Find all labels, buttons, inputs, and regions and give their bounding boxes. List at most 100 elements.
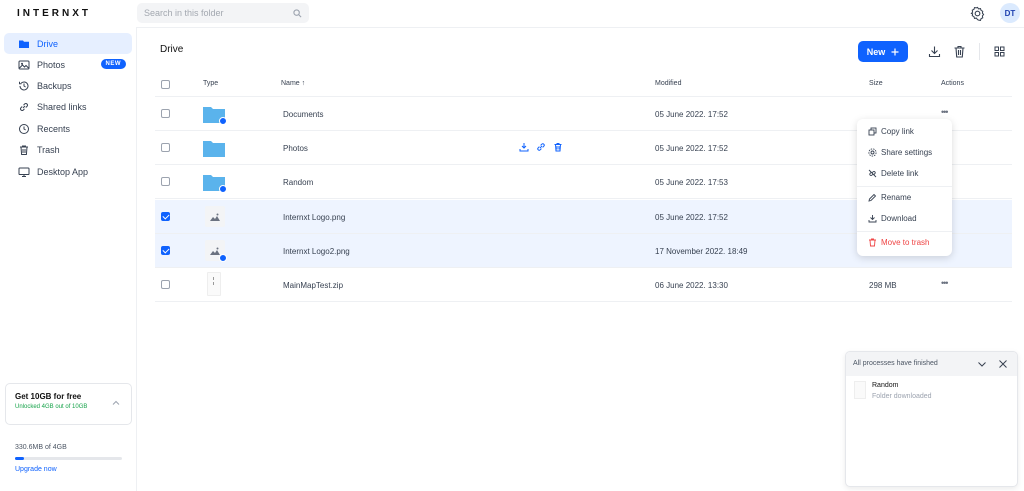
- table-header: Type Name ↑ Modified Size Actions: [155, 74, 1012, 97]
- menu-item-label: Rename: [881, 193, 912, 202]
- table-row[interactable]: MainMapTest.zip 06 June 2022. 13:30 298 …: [155, 268, 1012, 302]
- column-actions: Actions: [941, 80, 964, 87]
- column-name[interactable]: Name ↑: [281, 80, 305, 87]
- menu-item-delete-link[interactable]: Delete link: [868, 169, 918, 178]
- grid-view-icon[interactable]: [993, 45, 1006, 58]
- avatar[interactable]: DT: [1000, 3, 1020, 23]
- arrow-up-icon: ↑: [301, 80, 306, 87]
- trash-icon[interactable]: [953, 45, 966, 58]
- sidebar-item-label: Backups: [37, 80, 72, 91]
- storage-usage-bar: [15, 457, 122, 460]
- process-item-status: Folder downloaded: [872, 393, 932, 400]
- upgrade-link[interactable]: Upgrade now: [15, 466, 57, 473]
- menu-item-label: Delete link: [881, 169, 919, 178]
- search-bar[interactable]: [137, 3, 309, 23]
- column-modified[interactable]: Modified: [655, 80, 681, 87]
- promo-subtitle: Unlocked 4GB out of 10GB: [15, 404, 88, 410]
- close-icon[interactable]: [998, 359, 1008, 369]
- menu-item-label: Share settings: [881, 148, 933, 157]
- search-input[interactable]: [144, 8, 284, 18]
- sidebar-item-label: Shared links: [37, 101, 87, 112]
- trash-icon: [20, 145, 28, 155]
- file-name[interactable]: Internxt Logo2.png: [283, 247, 350, 256]
- folder-icon: [19, 40, 29, 48]
- sidebar-item-desktop-app[interactable]: Desktop App: [4, 161, 132, 182]
- folder-icon: [203, 141, 225, 157]
- sidebar-item-drive[interactable]: Drive: [4, 33, 132, 54]
- row-checkbox[interactable]: [161, 280, 170, 289]
- column-size[interactable]: Size: [869, 80, 883, 87]
- file-modified: 05 June 2022. 17:52: [655, 213, 728, 222]
- processes-header: All processes have finished: [846, 352, 1017, 376]
- download-icon: [868, 215, 877, 223]
- file-name[interactable]: Photos: [283, 144, 308, 153]
- plus-icon: [891, 48, 899, 55]
- sidebar-item-backups[interactable]: Backups: [4, 75, 132, 96]
- new-button[interactable]: New: [858, 41, 908, 62]
- photo-icon: [18, 60, 30, 69]
- download-icon[interactable]: [928, 45, 941, 58]
- row-checkbox[interactable]: [161, 246, 170, 255]
- sidebar-item-label: Photos: [37, 59, 66, 70]
- unlink-icon: [868, 169, 877, 178]
- download-icon[interactable]: [519, 142, 529, 152]
- select-all-checkbox[interactable]: [161, 80, 170, 89]
- chevron-down-icon[interactable]: [977, 359, 987, 369]
- menu-item-rename[interactable]: Rename: [868, 193, 911, 202]
- file-name[interactable]: Random: [283, 178, 313, 187]
- link-icon: [20, 102, 28, 111]
- processes-title: All processes have finished: [853, 360, 938, 367]
- shared-indicator-icon: [219, 185, 227, 193]
- divider: [857, 231, 952, 232]
- referral-promo[interactable]: Get 10GB for free Unlocked 4GB out of 10…: [5, 383, 132, 425]
- app-logo[interactable]: INTERNXT: [17, 8, 91, 19]
- promo-title: Get 10GB for free: [15, 392, 82, 401]
- new-badge: NEW: [100, 59, 126, 69]
- sidebar-item-label: Drive: [37, 38, 59, 49]
- link-icon[interactable]: [536, 142, 546, 152]
- gear-icon[interactable]: [970, 6, 985, 21]
- trash-icon: [869, 238, 876, 247]
- storage-usage-fill: [15, 457, 24, 460]
- column-type[interactable]: Type: [203, 80, 218, 87]
- chevron-up-icon[interactable]: [112, 399, 120, 407]
- sidebar-item-label: Desktop App: [37, 166, 89, 177]
- row-checkbox[interactable]: [161, 177, 170, 186]
- new-button-label: New: [866, 46, 886, 57]
- divider: [857, 186, 952, 187]
- more-actions-icon[interactable]: •••: [941, 107, 949, 117]
- file-modified: 05 June 2022. 17:52: [655, 110, 728, 119]
- sidebar-item-recents[interactable]: Recents: [4, 118, 132, 139]
- trash-icon[interactable]: [553, 142, 563, 152]
- process-item-name: Random: [872, 382, 899, 389]
- sidebar-item-trash[interactable]: Trash: [4, 139, 132, 160]
- shared-indicator-icon: [219, 254, 227, 262]
- menu-item-download[interactable]: Download: [868, 214, 917, 223]
- divider: [979, 43, 980, 60]
- sidebar-item-shared-links[interactable]: Shared links: [4, 96, 132, 117]
- pencil-icon: [868, 193, 877, 202]
- search-icon: [293, 8, 302, 17]
- file-modified: 17 November 2022. 18:49: [655, 247, 748, 256]
- file-name[interactable]: MainMapTest.zip: [283, 281, 343, 290]
- row-checkbox[interactable]: [161, 212, 170, 221]
- sidebar-item-label: Trash: [37, 144, 60, 155]
- shared-indicator-icon: [219, 117, 227, 125]
- row-checkbox[interactable]: [161, 109, 170, 118]
- zip-file-icon: [207, 272, 221, 296]
- menu-item-move-to-trash[interactable]: Move to trash: [868, 238, 929, 247]
- file-name[interactable]: Documents: [283, 110, 323, 119]
- sidebar-item-photos[interactable]: Photos NEW: [4, 54, 132, 75]
- gear-icon: [868, 148, 877, 157]
- menu-item-copy-link[interactable]: Copy link: [868, 127, 914, 136]
- divider: [137, 27, 1024, 28]
- menu-item-label: Copy link: [881, 127, 914, 136]
- row-quick-actions: [519, 142, 563, 152]
- file-modified: 06 June 2022. 13:30: [655, 281, 728, 290]
- desktop-icon: [18, 167, 30, 177]
- more-actions-icon[interactable]: •••: [941, 278, 949, 288]
- file-name[interactable]: Internxt Logo.png: [283, 213, 345, 222]
- menu-item-share-settings[interactable]: Share settings: [868, 148, 932, 157]
- storage-usage-text: 330.6MB of 4GB: [15, 444, 67, 451]
- row-checkbox[interactable]: [161, 143, 170, 152]
